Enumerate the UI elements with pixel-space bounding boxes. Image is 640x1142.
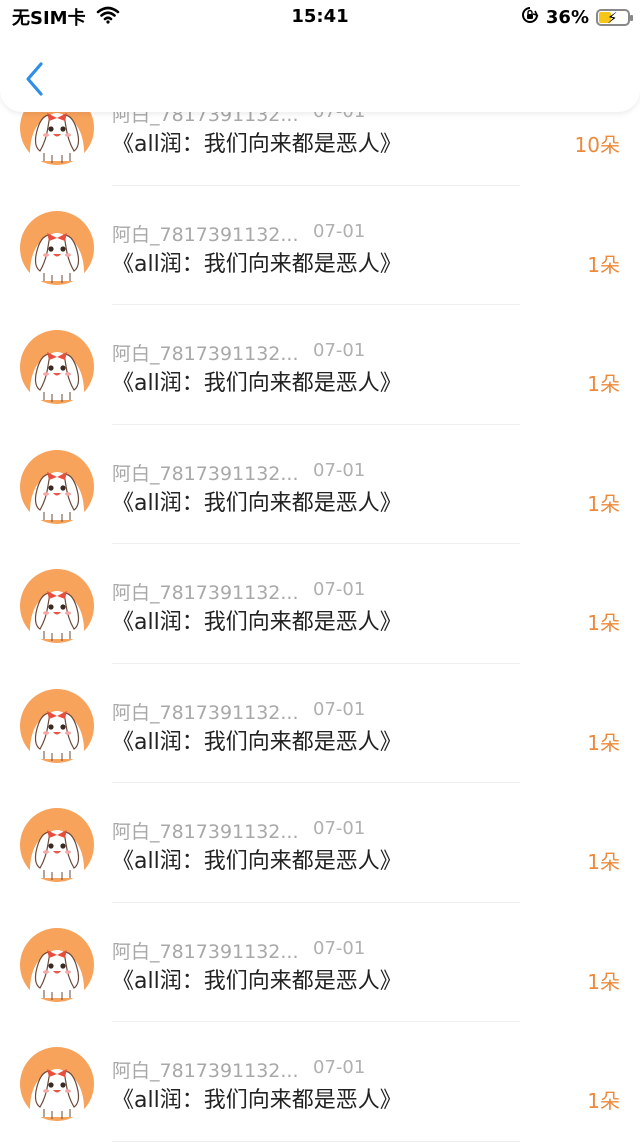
- flower-count: 1朵: [587, 372, 620, 396]
- date: 07-01: [313, 579, 366, 600]
- avatar[interactable]: [20, 330, 94, 404]
- wifi-icon: [96, 6, 120, 29]
- list-item[interactable]: 阿白_7817391132... 07-01 《all润：我们向来都是恶人》 1…: [0, 1022, 640, 1142]
- flower-count: 1朵: [587, 252, 620, 277]
- gift-record-list: 阿白_7817391132... 07-01 《all润：我们向来都是恶人》 1…: [0, 66, 640, 1142]
- flower-count: 1朵: [587, 969, 620, 994]
- status-left: 无SIM卡: [0, 4, 120, 30]
- carrier-label: 无SIM卡: [12, 8, 86, 29]
- battery-percent: 36%: [545, 6, 589, 28]
- back-button[interactable]: [20, 60, 50, 98]
- flower-count: 1朵: [587, 730, 620, 755]
- work-title: 《all润：我们向来都是恶人》: [112, 968, 402, 994]
- avatar[interactable]: [20, 569, 94, 643]
- list-item[interactable]: 阿白_7817391132... 07-01 《all润：我们向来都是恶人》 1…: [0, 663, 640, 783]
- work-title: 《all润：我们向来都是恶人》: [112, 490, 402, 516]
- list-item[interactable]: 阿白_7817391132... 07-01 《all润：我们向来都是恶人》 1…: [0, 544, 640, 664]
- date: 07-01: [313, 340, 366, 361]
- flower-count: 10朵: [574, 133, 620, 157]
- date: 07-01: [313, 220, 366, 242]
- avatar[interactable]: [20, 808, 94, 882]
- rotation-lock-icon: [521, 6, 539, 29]
- flower-count: 1朵: [587, 1089, 620, 1113]
- divider: [112, 1140, 520, 1142]
- username: 阿白_7817391132...: [112, 343, 299, 365]
- avatar[interactable]: [20, 688, 94, 763]
- date: 07-01: [313, 1057, 366, 1078]
- flower-count: 1朵: [587, 491, 620, 516]
- list-item[interactable]: 阿白_7817391132... 07-01 《all润：我们向来都是恶人》 1…: [0, 305, 640, 425]
- avatar[interactable]: [20, 449, 94, 524]
- username: 阿白_7817391132...: [112, 701, 299, 724]
- work-title: 《all润：我们向来都是恶人》: [112, 251, 402, 277]
- list-item[interactable]: 阿白_7817391132... 07-01 《all润：我们向来都是恶人》 1…: [0, 902, 640, 1022]
- work-title: 《all润：我们向来都是恶人》: [112, 1088, 402, 1113]
- work-title: 《all润：我们向来都是恶人》: [112, 610, 402, 635]
- chevron-left-icon: [26, 62, 43, 96]
- username: 阿白_7817391132...: [112, 462, 299, 485]
- date: 07-01: [313, 698, 366, 720]
- avatar[interactable]: [20, 927, 94, 1002]
- avatar[interactable]: [20, 1047, 94, 1121]
- flower-count: 1朵: [587, 611, 620, 635]
- work-title: 《all润：我们向来都是恶人》: [112, 729, 402, 755]
- status-bar: 无SIM卡 15:41 36% ⚡: [0, 0, 640, 34]
- list-item[interactable]: 阿白_7817391132... 07-01 《all润：我们向来都是恶人》 1…: [0, 783, 640, 903]
- date: 07-01: [313, 459, 366, 481]
- work-title: 《all润：我们向来都是恶人》: [112, 849, 402, 874]
- work-title: 《all润：我们向来都是恶人》: [112, 132, 402, 157]
- battery-icon: ⚡: [596, 8, 633, 27]
- username: 阿白_7817391132...: [112, 582, 299, 604]
- username: 阿白_7817391132...: [112, 940, 299, 963]
- avatar[interactable]: [20, 210, 94, 285]
- status-right: 36% ⚡: [521, 6, 640, 29]
- list-item[interactable]: 阿白_7817391132... 07-01 《all润：我们向来都是恶人》 1…: [0, 424, 640, 544]
- flower-count: 1朵: [587, 850, 620, 874]
- date: 07-01: [313, 937, 366, 959]
- list-item[interactable]: 阿白_7817391132... 07-01 《all润：我们向来都是恶人》 1…: [0, 185, 640, 305]
- date: 07-01: [313, 818, 366, 839]
- username: 阿白_7817391132...: [112, 1060, 299, 1082]
- username: 阿白_7817391132...: [112, 223, 299, 246]
- work-title: 《all润：我们向来都是恶人》: [112, 371, 402, 396]
- username: 阿白_7817391132...: [112, 821, 299, 843]
